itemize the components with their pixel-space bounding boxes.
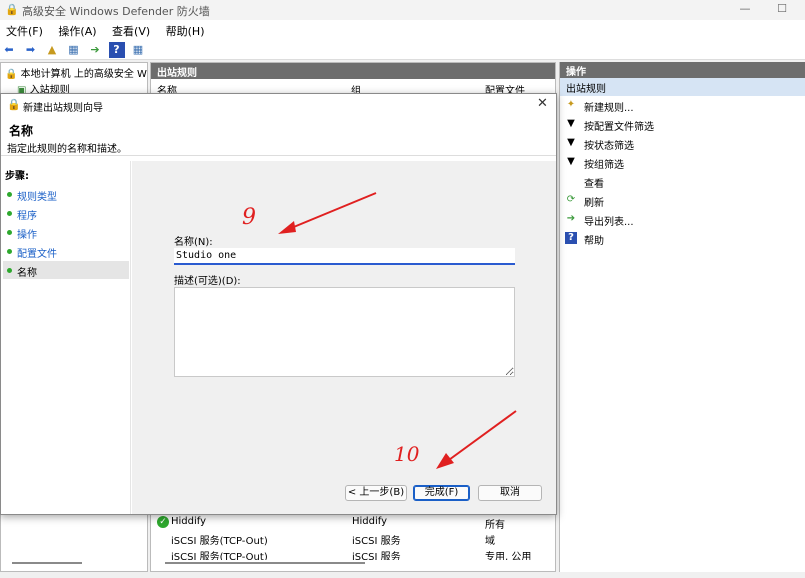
new-outbound-rule-wizard: 🔒 新建出站规则向导 ✕ 名称 指定此规则的名称和描述。 步骤: 规则类型 程序…	[0, 93, 557, 515]
forward-arrow-icon[interactable]: ➡	[23, 42, 39, 58]
action-help[interactable]: ? 帮助	[560, 229, 805, 248]
wizard-header: 名称 指定此规则的名称和描述。	[1, 116, 556, 156]
show-hide-action-pane-icon[interactable]: ▦	[130, 42, 146, 58]
filter-icon: ▼	[567, 118, 575, 129]
enabled-check-icon: ✓	[157, 516, 169, 528]
menu-bar: 文件(F) 操作(A) 查看(V) 帮助(H)	[0, 20, 805, 40]
action-filter-profile[interactable]: ▼ 按配置文件筛选	[560, 115, 805, 134]
step-action[interactable]: 操作	[3, 223, 129, 241]
toolbar: ⬅ ➡ ▲ ▦ ➔ ? ▦	[0, 40, 805, 60]
action-filter-state[interactable]: ▼ 按状态筛选	[560, 134, 805, 153]
wizard-title: 新建出站规则向导	[23, 103, 103, 114]
action-refresh[interactable]: ⟳ 刷新	[560, 191, 805, 210]
step-dot-icon	[7, 268, 12, 273]
wizard-title-bar: 🔒 新建出站规则向导 ✕	[1, 94, 556, 116]
firewall-app-icon: 🔒	[5, 3, 19, 16]
action-new-rule[interactable]: ✦ 新建规则...	[560, 96, 805, 115]
rules-pane-header: 出站规则	[151, 63, 555, 79]
actions-pane-header: 操作	[560, 62, 805, 78]
wizard-subheading: 指定此规则的名称和描述。	[7, 144, 127, 155]
name-label: 名称(N):	[174, 237, 213, 248]
show-hide-tree-icon[interactable]: ▦	[66, 42, 82, 58]
description-label: 描述(可选)(D):	[174, 276, 241, 287]
back-button[interactable]: < 上一步(B)	[345, 485, 407, 501]
action-export-list[interactable]: ➔ 导出列表...	[560, 210, 805, 229]
step-dot-icon	[7, 211, 12, 216]
help-icon[interactable]: ?	[108, 42, 125, 58]
export-icon[interactable]: ➔	[87, 42, 103, 58]
step-name[interactable]: 名称	[3, 261, 129, 279]
annotation-step-10: 10	[394, 442, 420, 466]
table-row[interactable]: iSCSI 服务(TCP-Out) iSCSI 服务 域	[151, 530, 555, 547]
step-program[interactable]: 程序	[3, 204, 129, 222]
up-folder-icon[interactable]: ▲	[44, 42, 60, 58]
window-title: 高级安全 Windows Defender 防火墙	[22, 5, 210, 18]
title-bar: 🔒 高级安全 Windows Defender 防火墙 — ☐	[0, 0, 805, 20]
annotation-step-9: 9	[242, 205, 256, 230]
back-arrow-icon[interactable]: ⬅	[1, 42, 17, 58]
new-rule-icon: ✦	[566, 99, 576, 110]
step-dot-icon	[7, 192, 12, 197]
wizard-body: 名称(N): 描述(可选)(D): 9 10 < 上一步(B) 完成(F) 取消	[132, 161, 556, 514]
step-dot-icon	[7, 249, 12, 254]
help-icon: ?	[565, 232, 577, 244]
annotation-arrow-icon	[436, 410, 517, 469]
step-profile[interactable]: 配置文件	[3, 242, 129, 260]
maximize-button[interactable]: ☐	[762, 0, 802, 20]
action-view[interactable]: 查看	[560, 172, 805, 191]
steps-title: 步骤:	[5, 171, 29, 182]
firewall-icon: 🔒	[7, 98, 21, 111]
cancel-button[interactable]: 取消	[478, 485, 542, 501]
name-input[interactable]	[174, 248, 515, 265]
menu-view[interactable]: 查看(V)	[106, 20, 156, 39]
refresh-icon: ⟳	[566, 194, 576, 205]
actions-pane: 操作 出站规则 ✦ 新建规则... ▼ 按配置文件筛选 ▼ 按状态筛选 ▼ 按组筛选 查…	[559, 62, 805, 572]
wizard-heading: 名称	[9, 124, 34, 138]
actions-section-header[interactable]: 出站规则	[560, 78, 805, 96]
minimize-button[interactable]: —	[725, 0, 765, 20]
action-filter-group[interactable]: ▼ 按组筛选	[560, 153, 805, 172]
firewall-icon: 🔒	[5, 69, 18, 79]
horizontal-scrollbar[interactable]	[12, 562, 82, 564]
menu-help[interactable]: 帮助(H)	[160, 20, 211, 39]
horizontal-scrollbar[interactable]	[165, 562, 365, 564]
table-row[interactable]: iSCSI 服务(TCP-Out) iSCSI 服务 专用, 公用	[151, 546, 555, 560]
step-dot-icon	[7, 230, 12, 235]
tree-root[interactable]: 🔒 本地计算机 上的高级安全 Win	[1, 63, 147, 79]
description-input[interactable]	[174, 287, 515, 377]
close-icon[interactable]: ✕	[537, 96, 548, 111]
table-row[interactable]: ✓ Hiddify Hiddify 所有	[151, 514, 555, 531]
annotation-arrow-icon	[278, 192, 377, 234]
filter-icon: ▼	[567, 137, 575, 148]
finish-button[interactable]: 完成(F)	[413, 485, 470, 501]
menu-file[interactable]: 文件(F)	[0, 20, 49, 39]
filter-icon: ▼	[567, 156, 575, 167]
menu-action[interactable]: 操作(A)	[52, 20, 102, 39]
wizard-steps: 步骤: 规则类型 程序 操作 配置文件 名称	[1, 161, 131, 514]
step-rule-type[interactable]: 规则类型	[3, 185, 129, 203]
export-icon: ➔	[566, 213, 576, 224]
